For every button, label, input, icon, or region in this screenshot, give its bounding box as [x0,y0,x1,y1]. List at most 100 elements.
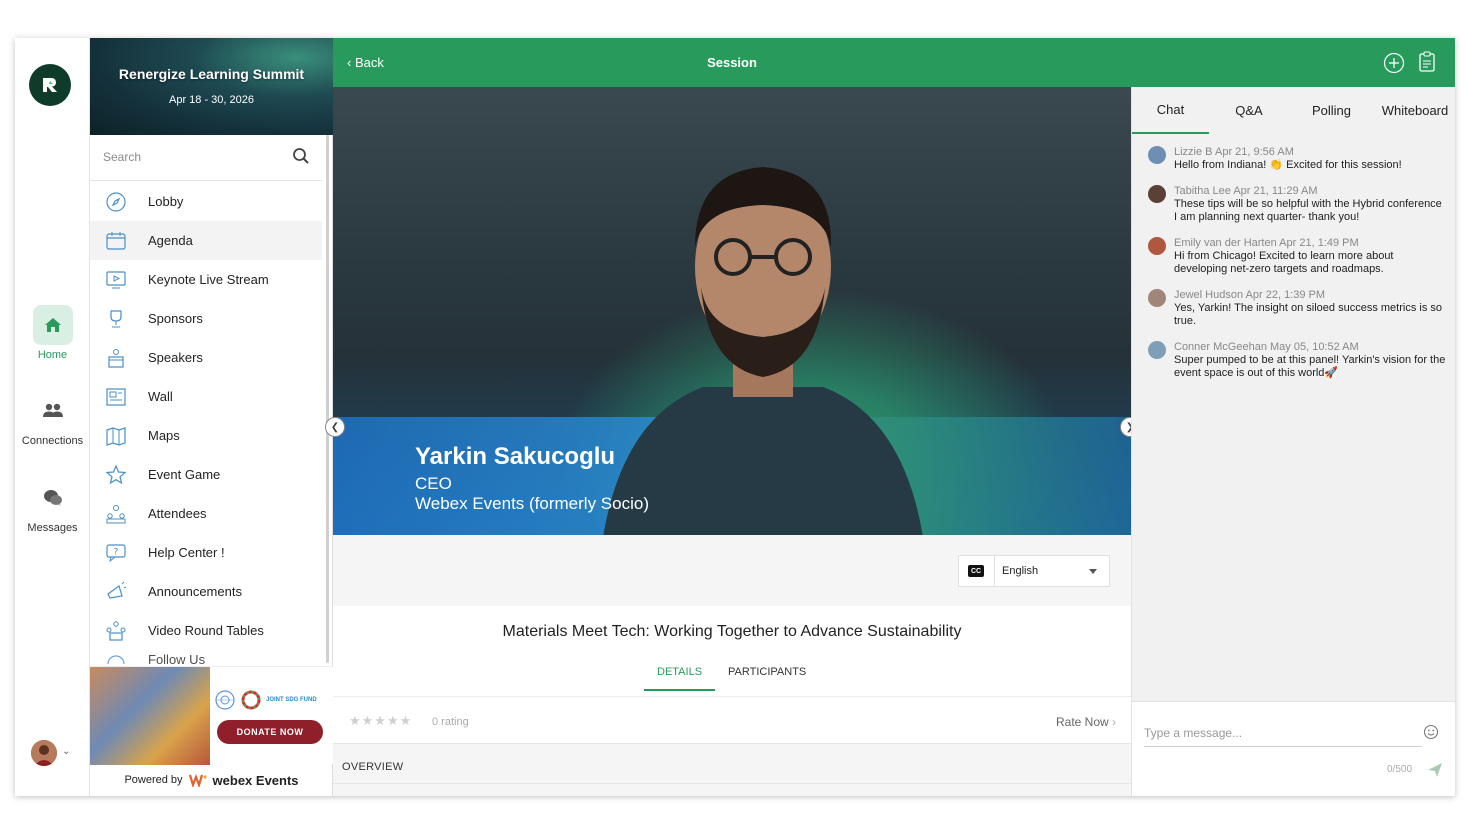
nav-item-sponsors[interactable]: Sponsors [90,299,322,338]
trophy-icon [104,307,128,331]
message-time: Apr 21, 1:49 PM [1279,237,1359,249]
search-input[interactable]: Search [103,150,141,164]
rating-row: ★★★★★ 0 rating Rate Now › [333,696,1131,744]
tab-polling[interactable]: Polling [1289,87,1374,134]
session-header: Materials Meet Tech: Working Together to… [333,606,1131,696]
nav-item-keynote[interactable]: Keynote Live Stream [90,260,322,299]
nav-item-video-round-tables[interactable]: Video Round Tables [90,611,322,650]
message-author[interactable]: Jewel Hudson [1174,289,1243,301]
rail-connections-label: Connections [21,435,84,447]
attendees-icon [104,502,128,526]
nav-scrollbar[interactable] [326,135,329,663]
nav-item-follow-us[interactable]: Follow Us [90,650,322,664]
char-counter: 0/500 [1387,764,1413,775]
nav-item-attendees[interactable]: Attendees [90,494,322,533]
powered-by: Powered by webex Events [90,764,333,796]
emoji-icon[interactable] [1423,724,1439,745]
rail-home[interactable]: Home [15,305,90,361]
wall-newspaper-icon [104,385,128,409]
nav-item-maps[interactable]: Maps [90,416,322,455]
app-logo-icon[interactable] [29,64,71,106]
nav-item-announcements[interactable]: Announcements [90,572,322,611]
notes-clipboard-icon[interactable] [1417,51,1437,78]
speaker-name: Yarkin Sakucoglu [415,443,616,470]
avatar[interactable] [1148,146,1166,164]
chat-composer: Type a message... 0/500 [1132,701,1455,796]
nav-item-label: Follow Us [148,652,206,664]
ad-photo [90,667,210,765]
nav-item-speakers[interactable]: Speakers [90,338,322,377]
message-author[interactable]: Emily van der Harten [1174,237,1277,249]
app-window: Home Connections Messages ⌄ Renergize Le… [15,38,1455,796]
chat-message: Tabitha Lee Apr 21, 11:29 AM These tips … [1146,184,1446,224]
page-title: Session [707,55,757,70]
collapse-nav-button[interactable]: ❮ [325,417,345,437]
message-author[interactable]: Tabitha Lee [1174,185,1231,197]
help-chat-icon: ? [104,541,128,565]
nav-item-wall[interactable]: Wall [90,377,322,416]
tab-chat[interactable]: Chat [1132,87,1209,134]
message-author[interactable]: Conner McGeehan [1174,341,1267,353]
tab-whiteboard[interactable]: Whiteboard [1374,87,1455,134]
donate-now-button[interactable]: DONATE NOW [217,720,323,744]
send-icon[interactable] [1427,762,1443,783]
nav-item-label: Agenda [148,233,193,248]
message-text: Hi from Chicago! Excited to learn more a… [1174,250,1394,275]
message-text: Hello from Indiana! 👏 Excited for this s… [1174,159,1402,171]
people-icon [33,391,73,431]
tab-details[interactable]: DETAILS [644,666,716,691]
nav-item-help-center[interactable]: ? Help Center ! [90,533,322,572]
divider [994,555,995,587]
search-bar[interactable]: Search [90,135,322,181]
session-title: Materials Meet Tech: Working Together to… [502,623,962,640]
avatar[interactable] [1148,237,1166,255]
nav-item-event-game[interactable]: Event Game [90,455,322,494]
donate-now-label: DONATE NOW [236,727,304,737]
rail-connections[interactable]: Connections [15,391,90,447]
follow-icon [104,652,128,664]
nav-item-label: Event Game [148,467,221,482]
nav-item-agenda[interactable]: Agenda [90,221,322,260]
video-player[interactable]: Yarkin Sakucoglu CEO Webex Events (forme… [333,87,1131,535]
add-circle-icon[interactable] [1383,52,1405,79]
nav-menu: Lobby Agenda Keynote Live Stream Sponsor… [90,182,322,664]
chat-panel: Chat Q&A Polling Whiteboard Lizzie B Apr… [1131,87,1455,796]
message-author[interactable]: Lizzie B [1174,146,1213,158]
closed-captions-icon: CC [968,565,984,577]
tab-qa[interactable]: Q&A [1209,87,1289,134]
sponsor-ad[interactable]: JOINT SDG FUND DONATE NOW [90,666,333,765]
event-dates: Apr 18 - 30, 2026 [168,94,254,106]
powered-by-label: Powered by [124,774,183,786]
speaker-role: CEO [415,474,452,493]
caption-language-select[interactable]: CC English [958,555,1110,587]
rail-messages[interactable]: Messages [15,478,90,534]
chevron-down-icon[interactable]: ⌄ [62,746,70,757]
star-rating[interactable]: ★★★★★ [349,713,412,729]
session-tabs: DETAILS PARTICIPANTS [644,666,819,691]
avatar[interactable] [1148,289,1166,307]
tab-participants[interactable]: PARTICIPANTS [715,666,819,691]
chat-message: Lizzie B Apr 21, 9:56 AM Hello from Indi… [1146,145,1446,172]
speaker-podium-icon [104,346,128,370]
chat-message: Emily van der Harten Apr 21, 1:49 PM Hi … [1146,236,1446,276]
event-banner: Renergize Learning Summit Apr 18 - 30, 2… [90,38,333,135]
avatar[interactable] [1148,185,1166,203]
chevron-right-icon: › [1112,715,1117,729]
session-main: ‹ Back Session Yarkin Sakucoglu CEO Webe… [325,38,1455,796]
ad-logos: JOINT SDG FUND [214,689,317,711]
chat-message: Conner McGeehan May 05, 10:52 AM Super p… [1146,340,1446,380]
webex-events-brand: webex Events [212,772,299,788]
speaker-video-frame [603,167,923,535]
speaker-org: Webex Events (formerly Socio) [415,494,649,513]
round-table-icon [104,619,128,643]
search-icon[interactable] [292,147,310,170]
nav-item-label: Speakers [148,350,203,365]
message-input[interactable]: Type a message... [1144,726,1422,747]
home-icon [32,305,73,345]
avatar[interactable] [1148,341,1166,359]
user-avatar[interactable] [31,740,57,766]
nav-item-lobby[interactable]: Lobby [90,182,322,221]
session-topbar: ‹ Back Session [333,38,1455,87]
rate-now-link[interactable]: Rate Now › [1056,715,1116,729]
compass-icon [104,190,128,214]
